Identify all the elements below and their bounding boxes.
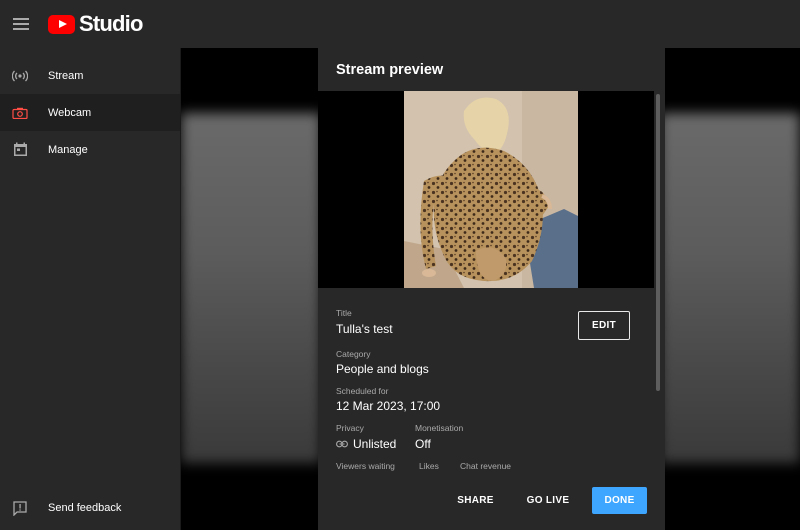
send-feedback-button[interactable]: Send feedback <box>0 492 181 524</box>
sidebar-item-label: Webcam <box>48 106 92 119</box>
monetisation-value: Off <box>415 437 431 451</box>
calendar-icon <box>12 142 28 158</box>
blurred-panel-right <box>660 113 800 463</box>
broadcast-icon <box>12 68 28 84</box>
privacy-status: Unlisted <box>336 437 396 451</box>
category-value: People and blogs <box>336 362 429 376</box>
feedback-icon <box>12 500 28 516</box>
share-button[interactable]: SHARE <box>448 487 503 514</box>
sidebar-item-manage[interactable]: Manage <box>0 131 180 168</box>
sidebar-item-label: Manage <box>48 143 88 156</box>
top-bar: Studio <box>0 0 800 48</box>
stream-preview-dialog: Stream preview Title Tulla's test EDIT C… <box>318 48 665 530</box>
sidebar: Stream Webcam Manage Send feedback <box>0 48 181 530</box>
privacy-label: Privacy <box>336 423 364 433</box>
chat-revenue-label: Chat revenue <box>460 461 512 471</box>
viewers-waiting-label: Viewers waiting <box>336 461 395 471</box>
edit-button[interactable]: EDIT <box>578 311 630 340</box>
sidebar-item-webcam[interactable]: Webcam <box>0 94 180 131</box>
blurred-panel-left <box>181 113 321 463</box>
category-label: Category <box>336 349 371 359</box>
scheduled-value: 12 Mar 2023, 17:00 <box>336 399 441 413</box>
youtube-play-icon <box>48 14 75 34</box>
title-label: Title <box>336 308 352 318</box>
sidebar-item-label: Stream <box>48 69 84 82</box>
monetisation-label: Monetisation <box>415 423 464 433</box>
privacy-value: Unlisted <box>353 437 397 451</box>
menu-icon[interactable] <box>13 18 29 30</box>
dialog-title: Stream preview <box>336 62 444 78</box>
scheduled-label: Scheduled for <box>336 386 389 396</box>
camera-icon <box>12 105 28 121</box>
video-preview <box>318 91 654 288</box>
done-button[interactable]: DONE <box>592 487 647 514</box>
logo-text: Studio <box>79 11 143 36</box>
preview-thumbnail <box>404 91 578 288</box>
likes-label: Likes <box>419 461 439 471</box>
go-live-button[interactable]: GO LIVE <box>522 487 574 514</box>
link-icon <box>336 440 348 448</box>
dialog-scrollbar[interactable] <box>656 94 660 391</box>
studio-logo[interactable]: Studio <box>48 11 143 37</box>
send-feedback-label: Send feedback <box>48 502 122 514</box>
title-value: Tulla's test <box>336 322 393 336</box>
sidebar-item-stream[interactable]: Stream <box>0 57 180 94</box>
